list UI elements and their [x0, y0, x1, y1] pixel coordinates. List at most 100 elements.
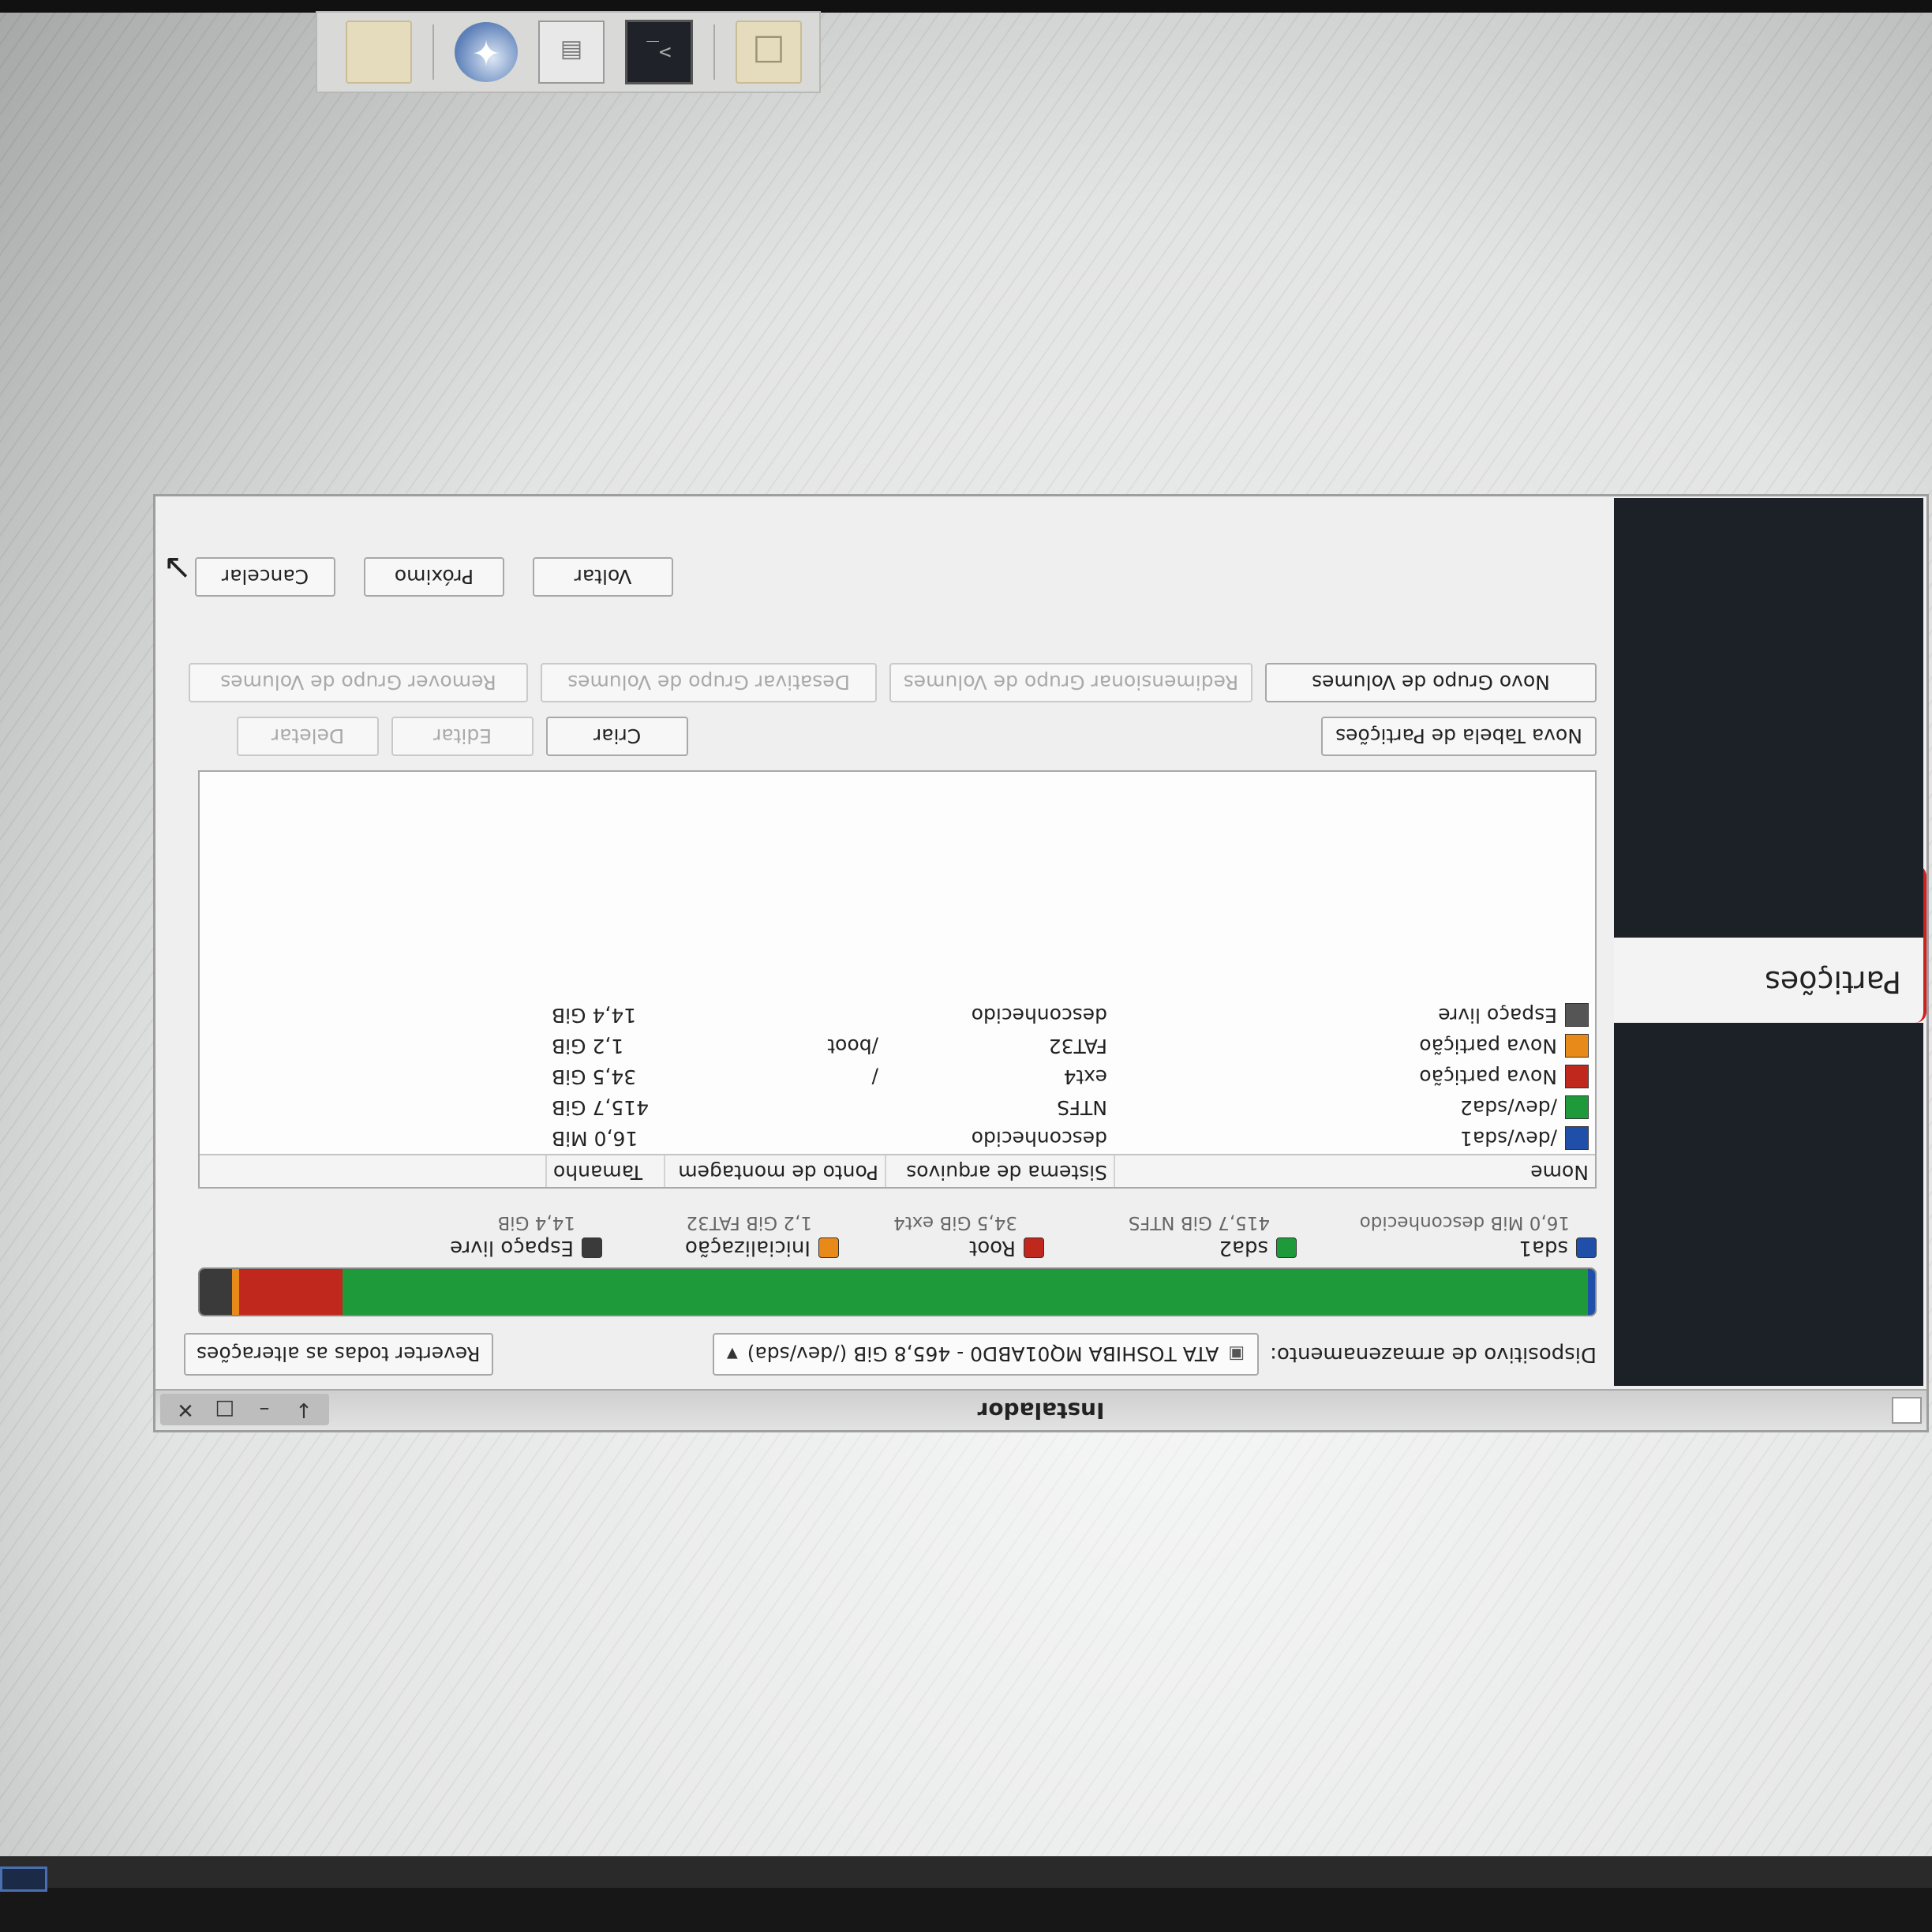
disk-icon: ▣	[1228, 1344, 1245, 1365]
usage-segment-root	[239, 1269, 343, 1315]
cell-name: Nova partição	[1114, 1065, 1595, 1089]
file-cabinet-icon[interactable]: ▤	[538, 21, 605, 84]
partition-table: Nome Sistema de arquivos Ponto de montag…	[198, 770, 1597, 1189]
back-button[interactable]: Voltar	[533, 557, 673, 597]
new-volume-group-button[interactable]: Novo Grupo de Volumes	[1265, 663, 1597, 702]
legend-detail: 34,5 GiB ext4	[893, 1212, 1017, 1233]
cancel-button[interactable]: Cancelar	[195, 557, 335, 597]
revert-all-button[interactable]: Reverter todas as alterações	[184, 1333, 493, 1376]
create-button[interactable]: Criar	[546, 717, 689, 756]
cell-name: /dev/sda1	[1114, 1126, 1595, 1151]
usage-segment-espa-o-livre	[198, 1269, 233, 1315]
cell-size: 14,4 GiB	[552, 1004, 637, 1027]
table-row[interactable]: Nova partição FAT32/boot 1,2 GiB	[200, 1031, 1595, 1061]
cell-mountpoint: /	[871, 1065, 878, 1088]
close-icon[interactable]: ✕	[171, 1394, 200, 1425]
legend-label: Espaço livre	[450, 1236, 574, 1260]
panel-widget[interactable]	[0, 1866, 47, 1892]
edit-button[interactable]: Editar	[391, 717, 534, 756]
partition-color-swatch	[1565, 1034, 1589, 1058]
remove-volume-group-button[interactable]: Remover Grupo de Volumes	[189, 663, 528, 702]
table-row[interactable]: /dev/sda1 desconhecido 16,0 MiB	[200, 1123, 1595, 1154]
minimize-icon[interactable]: –	[250, 1394, 279, 1425]
volume-group-actions: Novo Grupo de Volumes Redimensionar Grup…	[189, 663, 1597, 702]
cell-filesystem: NTFS	[1057, 1096, 1107, 1119]
navigation-buttons: Voltar Próximo Cancelar	[195, 557, 673, 597]
legend-detail: 14,4 GiB	[497, 1212, 575, 1233]
partition-actions: Nova Tabela de Partições Criar Editar De…	[237, 717, 1597, 756]
device-select-value: ATA TOSHIBA MQ01ABD0 - 465,8 GiB (/dev/s…	[747, 1342, 1219, 1366]
device-label: Dispositivo de armazenamento:	[1270, 1342, 1597, 1366]
partition-name: Nova partição	[1419, 1035, 1557, 1058]
partition-editor: Dispositivo de armazenamento: ▣ ATA TOSH…	[157, 498, 1611, 1386]
rotated-screen: □ >_ ▤ ✦ Instalador ↓ – □ ✕ Partições Di…	[0, 0, 1932, 1932]
web-browser-icon[interactable]: ✦	[455, 22, 518, 82]
arrow-down-icon[interactable]: ↓	[290, 1394, 318, 1425]
taskbar: □ >_ ▤ ✦	[316, 11, 821, 93]
next-button[interactable]: Próximo	[364, 557, 504, 597]
table-header: Nome Sistema de arquivos Ponto de montag…	[200, 1154, 1595, 1187]
table-row[interactable]: Espaço livre desconhecido 14,4 GiB	[200, 1000, 1595, 1031]
new-partition-table-button[interactable]: Nova Tabela de Partições	[1321, 717, 1597, 756]
legend-swatch	[1576, 1237, 1597, 1258]
cell-mountpoint: /boot	[827, 1035, 878, 1058]
mouse-cursor-icon: ↖	[163, 547, 192, 587]
partition-name: /dev/sda2	[1459, 1096, 1557, 1119]
partition-color-swatch	[1565, 1126, 1589, 1151]
legend-item: Inicialização 1,2 GiB FAT32	[685, 1212, 839, 1260]
folder-icon[interactable]: □	[736, 21, 802, 84]
legend-label: Root	[969, 1236, 1016, 1260]
window-title: Instalador	[977, 1398, 1105, 1424]
cell-size: 415,7 GiB	[552, 1096, 649, 1119]
legend-swatch	[1024, 1237, 1044, 1258]
legend-detail: 1,2 GiB FAT32	[686, 1212, 812, 1233]
device-select[interactable]: ▣ ATA TOSHIBA MQ01ABD0 - 465,8 GiB (/dev…	[712, 1333, 1260, 1376]
disk-usage-bar	[198, 1267, 1597, 1316]
cell-filesystem: desconhecido	[971, 1127, 1107, 1150]
usage-segment-sda2	[343, 1269, 1589, 1315]
sidebar-dark-panel	[1614, 498, 1923, 938]
legend-label: sda1	[1518, 1236, 1568, 1260]
partition-name: Nova partição	[1419, 1065, 1557, 1088]
partition-color-swatch	[1565, 1095, 1589, 1120]
legend-item: sda1 16,0 MiB desconhecido	[1360, 1212, 1597, 1260]
usage-segment-sda1	[1588, 1269, 1595, 1315]
column-header-mountpoint[interactable]: Ponto de montagem	[664, 1155, 885, 1187]
column-header-size[interactable]: Tamanho	[545, 1155, 664, 1187]
partition-color-swatch	[1565, 1065, 1589, 1089]
installer-window: Instalador ↓ – □ ✕ Partições Dispositivo…	[153, 494, 1929, 1432]
legend-swatch	[582, 1237, 602, 1258]
disk-legend: sda1 16,0 MiB desconhecido sda2 415,7 GiB N…	[184, 1196, 1597, 1260]
taskbar-separator	[713, 24, 715, 80]
legend-label: Inicialização	[685, 1236, 811, 1260]
legend-swatch	[1276, 1237, 1297, 1258]
window-controls: ↓ – □ ✕	[160, 1394, 329, 1425]
legend-detail: 16,0 MiB desconhecido	[1359, 1212, 1570, 1233]
folder-icon[interactable]	[346, 21, 412, 84]
legend-item: sda2 415,7 GiB NTFS	[1129, 1212, 1297, 1260]
legend-item: Espaço livre 14,4 GiB	[450, 1212, 602, 1260]
terminal-icon[interactable]: >_	[625, 20, 693, 84]
taskbar-separator	[432, 24, 434, 80]
title-bar[interactable]: Instalador ↓ – □ ✕	[155, 1389, 1926, 1430]
sidebar: Partições	[1614, 498, 1926, 1386]
maximize-icon[interactable]: □	[211, 1394, 239, 1425]
resize-volume-group-button[interactable]: Redimensionar Grupo de Volumes	[889, 663, 1252, 702]
legend-detail: 415,7 GiB NTFS	[1128, 1212, 1270, 1233]
table-row[interactable]: Nova partição ext4 / 34,5 GiB	[200, 1061, 1595, 1092]
device-row: Dispositivo de armazenamento: ▣ ATA TOSH…	[184, 1329, 1597, 1380]
delete-button[interactable]: Deletar	[237, 717, 380, 756]
disable-volume-group-button[interactable]: Desativar Grupo de Volumes	[541, 663, 877, 702]
chevron-down-icon: ▼	[726, 1346, 738, 1363]
column-header-filesystem[interactable]: Sistema de arquivos	[885, 1155, 1114, 1187]
usage-segment-inicializa-o	[232, 1269, 240, 1315]
cell-filesystem: FAT32	[1048, 1035, 1107, 1058]
cell-filesystem: desconhecido	[971, 1004, 1107, 1027]
legend-item: Root 34,5 GiB ext4	[893, 1212, 1044, 1260]
cell-filesystem: ext4	[1063, 1065, 1107, 1088]
column-header-name[interactable]: Nome	[1114, 1155, 1595, 1187]
table-row[interactable]: /dev/sda2 NTFS 415,7 GiB	[200, 1092, 1595, 1123]
table-body: /dev/sda1 desconhecido 16,0 MiB/dev/sda2 NT…	[200, 1000, 1595, 1154]
cell-name: Espaço livre	[1114, 1003, 1595, 1028]
bottom-panel	[0, 1856, 1932, 1888]
